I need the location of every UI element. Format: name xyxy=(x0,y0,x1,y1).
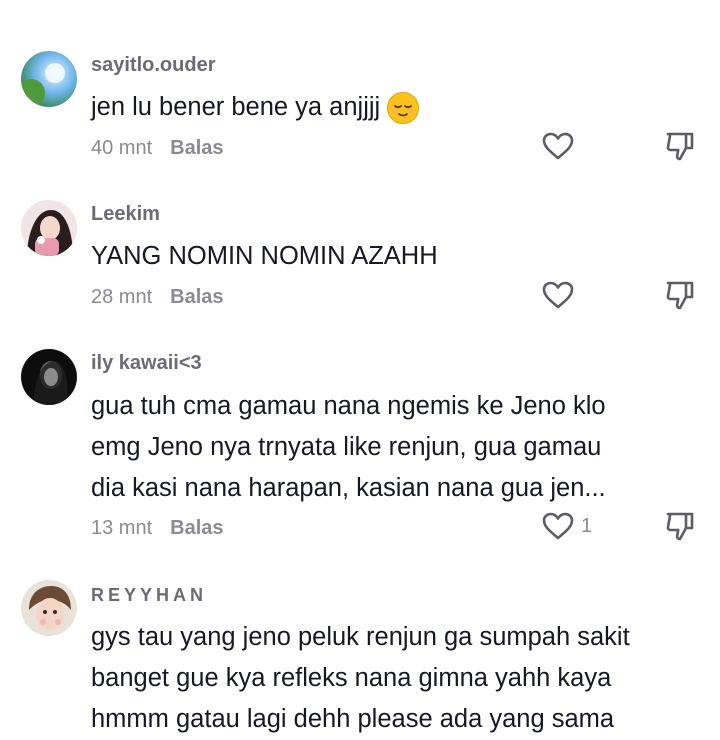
dislike-button[interactable] xyxy=(664,130,696,162)
like-button[interactable]: 1 xyxy=(541,510,601,542)
thumbs-down-icon xyxy=(666,512,694,541)
comment-text-line: emg Jeno nya trnyata like renjun, gua ga… xyxy=(91,433,602,461)
thumbs-down-icon xyxy=(666,281,694,310)
comment-text-line: gua tuh cma gamau nana ngemis ke Jeno kl… xyxy=(91,392,606,420)
like-count: 1 xyxy=(581,514,593,537)
comment-meta: 40 mnt Balas xyxy=(91,137,224,160)
avatar[interactable] xyxy=(21,580,77,636)
comment-time: 13 mnt xyxy=(91,517,153,539)
dislike-button[interactable] xyxy=(664,279,696,311)
dislike-button[interactable] xyxy=(664,510,696,542)
heart-outline-icon xyxy=(542,132,574,160)
comment-time: 28 mnt xyxy=(91,286,153,308)
heart-outline-icon xyxy=(542,512,574,540)
like-button[interactable] xyxy=(541,130,577,162)
avatar[interactable] xyxy=(21,51,77,107)
comment-meta: 13 mnt Balas xyxy=(91,517,224,540)
reply-button[interactable]: Balas xyxy=(170,286,223,308)
reply-button[interactable]: Balas xyxy=(170,517,223,539)
comment-username[interactable]: ily kawaii<3 xyxy=(91,352,202,375)
heart-outline-icon xyxy=(542,281,574,309)
comment-text-line: banget gue kya refleks nana gimna yahh k… xyxy=(91,664,612,692)
comment-username[interactable]: REYYHAN xyxy=(91,585,207,606)
comment-username[interactable]: Leekim xyxy=(91,203,160,226)
comment-text: YANG NOMIN NOMIN AZAHH xyxy=(91,242,438,270)
comment-text-line: dia kasi nana harapan, kasian nana gua j… xyxy=(91,474,606,502)
comment-text: jen lu bener bene ya anjjjj xyxy=(91,87,706,128)
relieved-face-emoji-icon xyxy=(387,92,420,125)
thumbs-down-icon xyxy=(666,132,694,161)
comment-text-line: gys tau yang jeno peluk renjun ga sumpah… xyxy=(91,623,630,651)
comment-username[interactable]: sayitlo.ouder xyxy=(91,54,215,77)
avatar[interactable] xyxy=(21,200,77,256)
like-button[interactable] xyxy=(541,279,577,311)
reply-button[interactable]: Balas xyxy=(170,137,223,159)
avatar[interactable] xyxy=(21,349,77,405)
comment-text-line: hmmm gatau lagi dehh please ada yang sam… xyxy=(91,705,615,733)
comment-text-content: jen lu bener bene ya anjjjj xyxy=(91,93,381,121)
comment-meta: 28 mnt Balas xyxy=(91,286,224,309)
comment-time: 40 mnt xyxy=(91,137,153,159)
